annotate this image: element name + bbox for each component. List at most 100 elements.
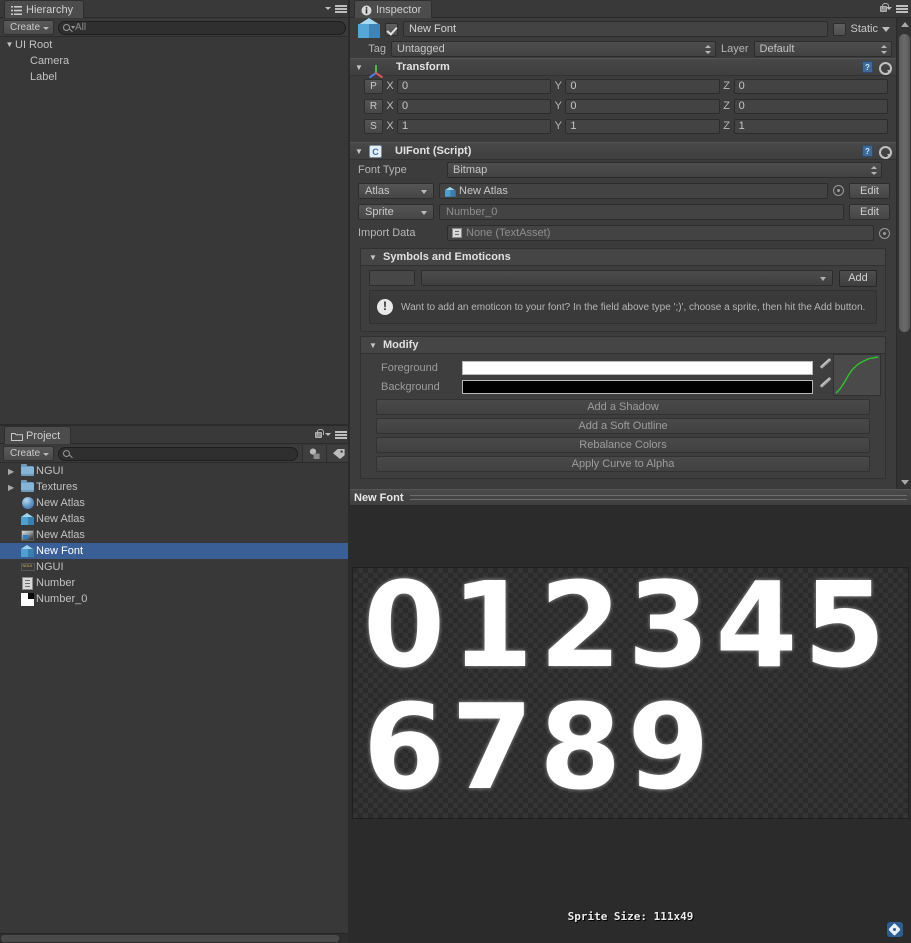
modify-section-header[interactable]: ▼ Modify [361,337,885,354]
position-x-input[interactable]: 0 [397,78,552,94]
foreground-color-swatch[interactable] [462,360,813,375]
import-data-object-field[interactable]: None (TextAsset) [447,225,874,241]
foldout-triangle-icon[interactable]: ▼ [369,253,378,262]
project-item-number[interactable]: Number [0,575,350,591]
inspector-scrollbar[interactable] [896,18,911,489]
preview-drag-handle[interactable] [409,495,907,500]
project-item-new-font[interactable]: New Font [0,543,350,559]
transform-position-row: P X 0 Y 0 Z 0 [350,76,896,96]
sprite-select-button[interactable]: Sprite [358,203,434,220]
layer-dropdown[interactable]: Default [753,41,892,57]
rotation-key-button[interactable]: R [364,98,383,114]
hierarchy-search-input[interactable]: All [58,20,346,35]
project-item-ngui-asset[interactable]: NGUI [0,559,350,575]
scale-x-input[interactable]: 1 [397,118,552,134]
transform-component-header[interactable]: ▼ Transform ? [350,58,896,79]
scale-z-input[interactable]: 1 [733,118,888,134]
scale-key-button[interactable]: S [364,118,383,134]
lock-icon[interactable] [315,429,324,438]
symbols-title: Symbols and Emoticons [383,251,511,263]
eyedropper-icon[interactable] [819,357,833,375]
prefab-cube-icon [19,513,36,525]
project-item-number-0[interactable]: Number_0 [0,591,350,607]
import-data-object-picker-icon[interactable] [879,227,890,239]
project-create-button[interactable]: Create [3,446,55,461]
sprite-name-field[interactable]: Number_0 [439,203,844,220]
tab-project-label: Project [26,429,61,442]
add-soft-outline-button[interactable]: Add a Soft Outline [376,418,870,434]
foldout-triangle-icon[interactable]: ▼ [355,147,364,156]
position-z-input[interactable]: 0 [733,78,888,94]
project-item-new-atlas-material[interactable]: New Atlas [0,495,350,511]
tab-project[interactable]: Project [4,426,72,444]
scroll-down-arrow-icon[interactable] [897,476,911,489]
sprite-edit-button[interactable]: Edit [849,203,890,220]
gear-icon[interactable] [878,145,892,159]
scroll-up-arrow-icon[interactable] [897,18,911,31]
gameobject-name-input[interactable]: New Font [403,21,829,37]
font-type-dropdown[interactable]: Bitmap [447,162,882,178]
position-y-input[interactable]: 0 [565,78,720,94]
hierarchy-item-ui-root[interactable]: ▼ UI Root [0,37,350,53]
help-icon[interactable]: ? [862,61,873,73]
static-checkbox[interactable] [833,22,847,36]
foldout-triangle-icon[interactable]: ▼ [355,63,364,72]
help-icon[interactable]: ? [862,145,873,157]
hierarchy-item-camera[interactable]: Camera [0,53,350,69]
scrollbar-thumb[interactable] [1,935,339,942]
project-item-ngui-folder[interactable]: ▶ NGUI [0,463,350,479]
project-item-new-atlas-prefab[interactable]: New Atlas [0,511,350,527]
project-horizontal-scrollbar[interactable] [0,933,350,943]
symbols-add-button[interactable]: Add [839,269,877,287]
rotation-y-input[interactable]: 0 [565,98,720,114]
hierarchy-tabbar: Hierarchy [0,0,350,18]
disclosure-triangle-icon[interactable]: ▼ [4,37,15,53]
gameobject-enabled-checkbox[interactable] [385,22,398,36]
tab-inspector[interactable]: Inspector [354,0,433,18]
project-item-label: NGUI [36,465,64,477]
background-color-swatch[interactable] [462,379,813,394]
font-type-value: Bitmap [453,164,488,176]
disclosure-triangle-icon[interactable]: ▶ [8,483,19,492]
hierarchy-menu-icon[interactable] [325,5,347,14]
symbol-sprite-dropdown[interactable] [421,270,833,286]
scrollbar-thumb[interactable] [899,34,910,332]
uifont-component-header[interactable]: ▼ C UIFont (Script) ? [350,142,896,160]
axis-z-label: Z [723,100,731,112]
axis-y-label: Y [554,80,562,92]
atlas-edit-button[interactable]: Edit [849,182,890,199]
symbol-sequence-input[interactable] [369,270,415,286]
symbols-section-header[interactable]: ▼ Symbols and Emoticons [361,249,885,266]
label-tag-icon[interactable] [326,445,350,462]
tab-hierarchy[interactable]: Hierarchy [4,0,85,18]
inspector-menu-icon[interactable] [886,5,908,14]
alpha-curve-widget[interactable] [833,354,881,396]
gear-icon[interactable] [878,61,892,75]
project-item-new-atlas-texture[interactable]: New Atlas [0,527,350,543]
filter-shapes-icon[interactable] [302,445,326,462]
checker-texture-icon [19,592,36,606]
hierarchy-create-button[interactable]: Create [3,20,55,35]
axis-y-label: Y [554,100,562,112]
rotation-x-input[interactable]: 0 [397,98,552,114]
atlas-object-picker-icon[interactable] [833,185,844,196]
apply-curve-to-alpha-button[interactable]: Apply Curve to Alpha [376,456,870,472]
label-tag-icon[interactable] [887,922,903,937]
disclosure-triangle-icon[interactable]: ▶ [8,467,19,476]
project-item-textures-folder[interactable]: ▶ Textures [0,479,350,495]
rebalance-colors-button[interactable]: Rebalance Colors [376,437,870,453]
foldout-triangle-icon[interactable]: ▼ [369,341,378,350]
add-shadow-button[interactable]: Add a Shadow [376,399,870,415]
scale-y-input[interactable]: 1 [565,118,720,134]
preview-header[interactable]: New Font [350,489,911,506]
project-menu-icon[interactable] [325,431,347,440]
atlas-select-button[interactable]: Atlas [358,182,434,199]
project-search-input[interactable] [58,446,298,461]
position-key-button[interactable]: P [364,78,383,94]
atlas-object-field[interactable]: New Atlas [439,182,828,199]
chevron-down-icon[interactable] [882,26,890,32]
rotation-z-input[interactable]: 0 [733,98,888,114]
hierarchy-item-label[interactable]: Label [0,69,350,85]
eyedropper-icon[interactable] [819,376,833,394]
tag-dropdown[interactable]: Untagged [391,41,716,57]
